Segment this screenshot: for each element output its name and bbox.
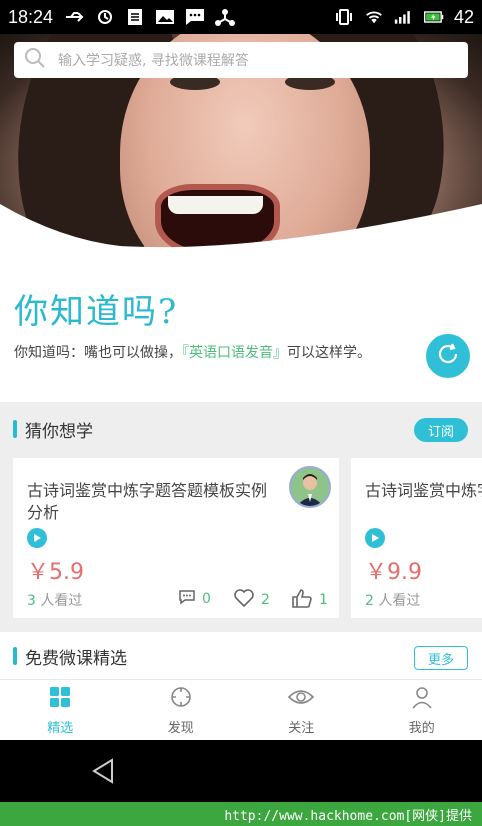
tab-discover[interactable]: 发现 (121, 680, 242, 740)
thumbs-up-count[interactable]: 1 (291, 588, 328, 612)
grid-icon (48, 685, 72, 713)
course-title: 古诗词鉴赏中炼字题答题模板实例 (365, 481, 482, 500)
wifi-icon (364, 8, 384, 26)
play-icon[interactable] (365, 528, 385, 548)
refresh-icon (434, 340, 462, 372)
document-icon (125, 8, 145, 26)
play-icon[interactable] (27, 528, 47, 548)
search-bar[interactable]: 输入学习疑惑, 寻找微课程解答 (14, 42, 468, 78)
back-button[interactable] (88, 756, 118, 786)
did-you-know-title: 你知道吗? (14, 292, 179, 332)
bottom-tab-bar: 精选 发现 关注 我的 (0, 680, 482, 740)
usb-icon (65, 8, 85, 26)
course-title: 古诗词鉴赏中炼字题答题模板实例分析 (27, 481, 268, 522)
search-input[interactable]: 输入学习疑惑, 寻找微课程解答 (58, 50, 249, 70)
search-icon (24, 47, 46, 73)
thumbs-up-icon (291, 588, 313, 612)
did-you-know-text[interactable]: 你知道吗：嘴也可以做操，『英语口语发音』可以这样学。 (14, 342, 371, 362)
more-button[interactable]: 更多 (414, 646, 468, 670)
course-price: ￥9.9 (365, 560, 422, 585)
tab-me[interactable]: 我的 (362, 680, 482, 740)
compass-icon (169, 685, 193, 713)
free-section: 免费微课精选 更多 (0, 632, 482, 680)
section-title: 猜你想学 (25, 421, 93, 442)
share-icon (215, 8, 236, 26)
like-count[interactable]: 2 (233, 588, 270, 612)
message-icon (185, 8, 205, 26)
subscribe-button[interactable]: 订阅 (414, 418, 468, 442)
section-title: 免费微课精选 (25, 648, 127, 669)
avatar[interactable] (289, 466, 331, 508)
status-bar: 18:24 42 (0, 0, 482, 34)
signal-icon (394, 8, 414, 26)
sync-icon (95, 8, 115, 26)
system-nav-bar (0, 740, 482, 802)
watermark: http://www.hackhome.com[网侠]提供 (0, 802, 482, 826)
course-card[interactable]: 古诗词鉴赏中炼字题答题模板实例 ￥9.9 2 人看过 (351, 458, 482, 618)
image-icon (155, 8, 175, 26)
heart-icon (233, 588, 255, 612)
eye-icon (287, 685, 315, 713)
tab-featured[interactable]: 精选 (0, 680, 121, 740)
refresh-button[interactable] (426, 334, 470, 378)
vibrate-icon (334, 8, 354, 26)
view-count: 3 人看过 (27, 593, 83, 609)
course-price: ￥5.9 (27, 560, 84, 585)
battery-icon (423, 8, 444, 26)
clock: 18:24 (8, 6, 54, 27)
person-icon (410, 685, 434, 713)
course-card[interactable]: 古诗词鉴赏中炼字题答题模板实例分析 ￥5.9 3 人看过 0 2 1 (13, 458, 339, 618)
tab-follow[interactable]: 关注 (241, 680, 362, 740)
battery-level: 42 (453, 6, 474, 27)
comment-count[interactable]: 0 (178, 588, 211, 610)
view-count: 2 人看过 (365, 593, 421, 609)
guess-section: 猜你想学 订阅 古诗词鉴赏中炼字题答题模板实例分析 ￥5.9 3 人看过 0 2… (0, 402, 482, 632)
course-link[interactable]: 『英语口语发音』 (182, 345, 287, 361)
back-triangle-icon (88, 758, 118, 790)
comment-icon (178, 588, 196, 610)
